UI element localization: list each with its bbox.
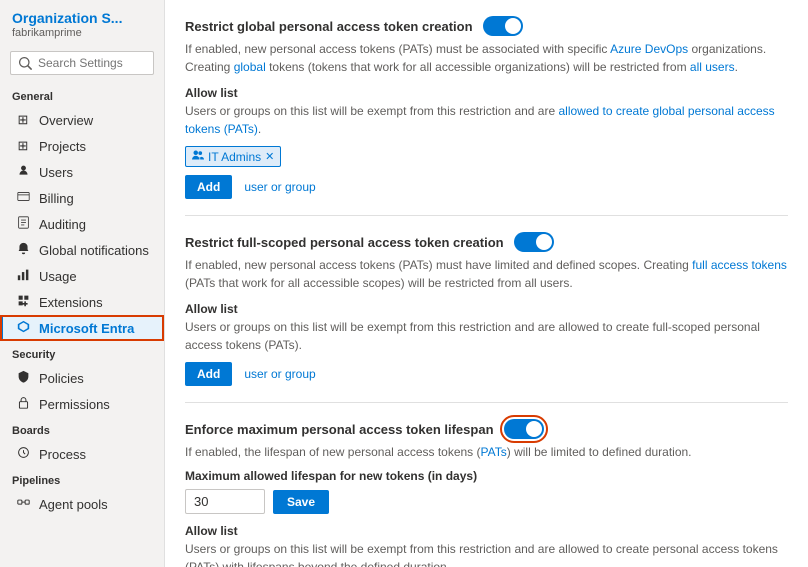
section-label-pipelines: Pipelines (0, 467, 164, 491)
setting-title-full-scoped: Restrict full-scoped personal access tok… (185, 232, 788, 252)
sidebar-item-label: Permissions (39, 397, 110, 412)
sidebar-item-billing[interactable]: Billing (0, 185, 164, 211)
sidebar-item-label: Agent pools (39, 497, 108, 512)
lifespan-label: Maximum allowed lifespan for new tokens … (185, 469, 788, 483)
link-full-access[interactable]: full access tokens (692, 258, 787, 272)
setting-desc-full-scoped: If enabled, new personal access tokens (… (185, 256, 788, 292)
sidebar-item-label: Process (39, 447, 86, 462)
notifications-icon (15, 242, 31, 258)
main-content: Restrict global personal access token cr… (165, 0, 808, 567)
sidebar-section-boards: Boards Process (0, 417, 164, 467)
process-icon (15, 446, 31, 462)
overview-icon: ⊞ (15, 112, 31, 128)
tag-row-1: IT Admins ✕ (185, 146, 788, 167)
sidebar-section-pipelines: Pipelines Agent pools (0, 467, 164, 517)
lifespan-input[interactable] (185, 489, 265, 514)
toggle-enforce-max-lifespan[interactable] (504, 419, 544, 439)
sidebar-item-overview[interactable]: ⊞ Overview (0, 107, 164, 133)
setting-desc-global-pat: If enabled, new personal access tokens (… (185, 40, 788, 76)
users-icon (15, 164, 31, 180)
save-button[interactable]: Save (273, 490, 329, 514)
search-icon (19, 57, 32, 70)
add-button-1[interactable]: Add (185, 175, 232, 199)
link-all-users[interactable]: all users (690, 60, 735, 74)
agent-pools-icon (15, 496, 31, 512)
search-input[interactable] (38, 56, 145, 70)
sidebar-item-label: Auditing (39, 217, 86, 232)
org-subtitle: fabrikamprime (12, 27, 152, 39)
section-restrict-global-pat: Restrict global personal access token cr… (185, 0, 788, 216)
sidebar-item-permissions[interactable]: Permissions (0, 391, 164, 417)
sidebar-item-agent-pools[interactable]: Agent pools (0, 491, 164, 517)
sidebar-item-users[interactable]: Users (0, 159, 164, 185)
projects-icon: ⊞ (15, 138, 31, 154)
sidebar-section-general: General ⊞ Overview ⊞ Projects Users Bill… (0, 83, 164, 341)
usage-icon (15, 268, 31, 284)
toggle-slider (504, 419, 544, 439)
link-global[interactable]: global (234, 60, 266, 74)
add-row-1: Add user or group (185, 175, 788, 199)
tag-it-admins[interactable]: IT Admins ✕ (185, 146, 281, 167)
sidebar-item-label: Overview (39, 113, 93, 128)
allow-list-label-3: Allow list (185, 524, 788, 538)
sidebar-item-projects[interactable]: ⊞ Projects (0, 133, 164, 159)
sidebar: Organization S... fabrikamprime General … (0, 0, 165, 567)
sidebar-item-usage[interactable]: Usage (0, 263, 164, 289)
allow-list-label-1: Allow list (185, 86, 788, 100)
policies-icon (15, 370, 31, 386)
auditing-icon (15, 216, 31, 232)
section-label-boards: Boards (0, 417, 164, 441)
tag-label: IT Admins (208, 150, 261, 164)
billing-icon (15, 190, 31, 206)
sidebar-item-label: Billing (39, 191, 74, 206)
section-restrict-full-scoped-pat: Restrict full-scoped personal access tok… (185, 216, 788, 403)
setting-title-max-lifespan: Enforce maximum personal access token li… (185, 419, 788, 439)
link-allowed[interactable]: allowed to create global personal access… (185, 104, 775, 136)
allow-list-label-2: Allow list (185, 302, 788, 316)
toggle-slider (514, 232, 554, 252)
sidebar-item-policies[interactable]: Policies (0, 365, 164, 391)
sidebar-item-label: Global notifications (39, 243, 149, 258)
allow-list-desc-3: Users or groups on this list will be exe… (185, 540, 788, 567)
sidebar-section-security: Security Policies Permissions (0, 341, 164, 417)
sidebar-item-label: Usage (39, 269, 77, 284)
section-label-security: Security (0, 341, 164, 365)
link-azure-devops[interactable]: Azure DevOps (610, 42, 688, 56)
link-pats[interactable]: PATs (481, 445, 507, 459)
setting-title-global-pat: Restrict global personal access token cr… (185, 16, 788, 36)
search-box[interactable] (10, 51, 154, 75)
add-button-desc-2: user or group (244, 367, 315, 381)
sidebar-header: Organization S... fabrikamprime (0, 0, 164, 43)
toggle-restrict-full-scoped[interactable] (514, 232, 554, 252)
setting-desc-max-lifespan: If enabled, the lifespan of new personal… (185, 443, 788, 461)
sidebar-item-auditing[interactable]: Auditing (0, 211, 164, 237)
section-enforce-max-lifespan: Enforce maximum personal access token li… (185, 403, 788, 567)
section-label-general: General (0, 83, 164, 107)
extensions-icon (15, 294, 31, 310)
add-button-2[interactable]: Add (185, 362, 232, 386)
toggle-restrict-global-pat[interactable] (483, 16, 523, 36)
sidebar-item-microsoft-entra[interactable]: Microsoft Entra (0, 315, 164, 341)
microsoft-entra-icon (15, 320, 31, 336)
sidebar-item-label: Microsoft Entra (39, 321, 134, 336)
allow-list-desc-2: Users or groups on this list will be exe… (185, 318, 788, 354)
toggle-slider (483, 16, 523, 36)
sidebar-item-extensions[interactable]: Extensions (0, 289, 164, 315)
sidebar-item-label: Projects (39, 139, 86, 154)
sidebar-item-global-notifications[interactable]: Global notifications (0, 237, 164, 263)
org-title: Organization S... (12, 10, 152, 26)
sidebar-item-label: Policies (39, 371, 84, 386)
add-button-desc-1: user or group (244, 180, 315, 194)
tag-group-icon (192, 149, 204, 164)
allow-list-desc-1: Users or groups on this list will be exe… (185, 102, 788, 138)
sidebar-item-process[interactable]: Process (0, 441, 164, 467)
sidebar-item-label: Users (39, 165, 73, 180)
tag-close-icon[interactable]: ✕ (265, 150, 274, 163)
permissions-icon (15, 396, 31, 412)
add-row-2: Add user or group (185, 362, 788, 386)
lifespan-input-row: Save (185, 489, 788, 514)
sidebar-item-label: Extensions (39, 295, 103, 310)
